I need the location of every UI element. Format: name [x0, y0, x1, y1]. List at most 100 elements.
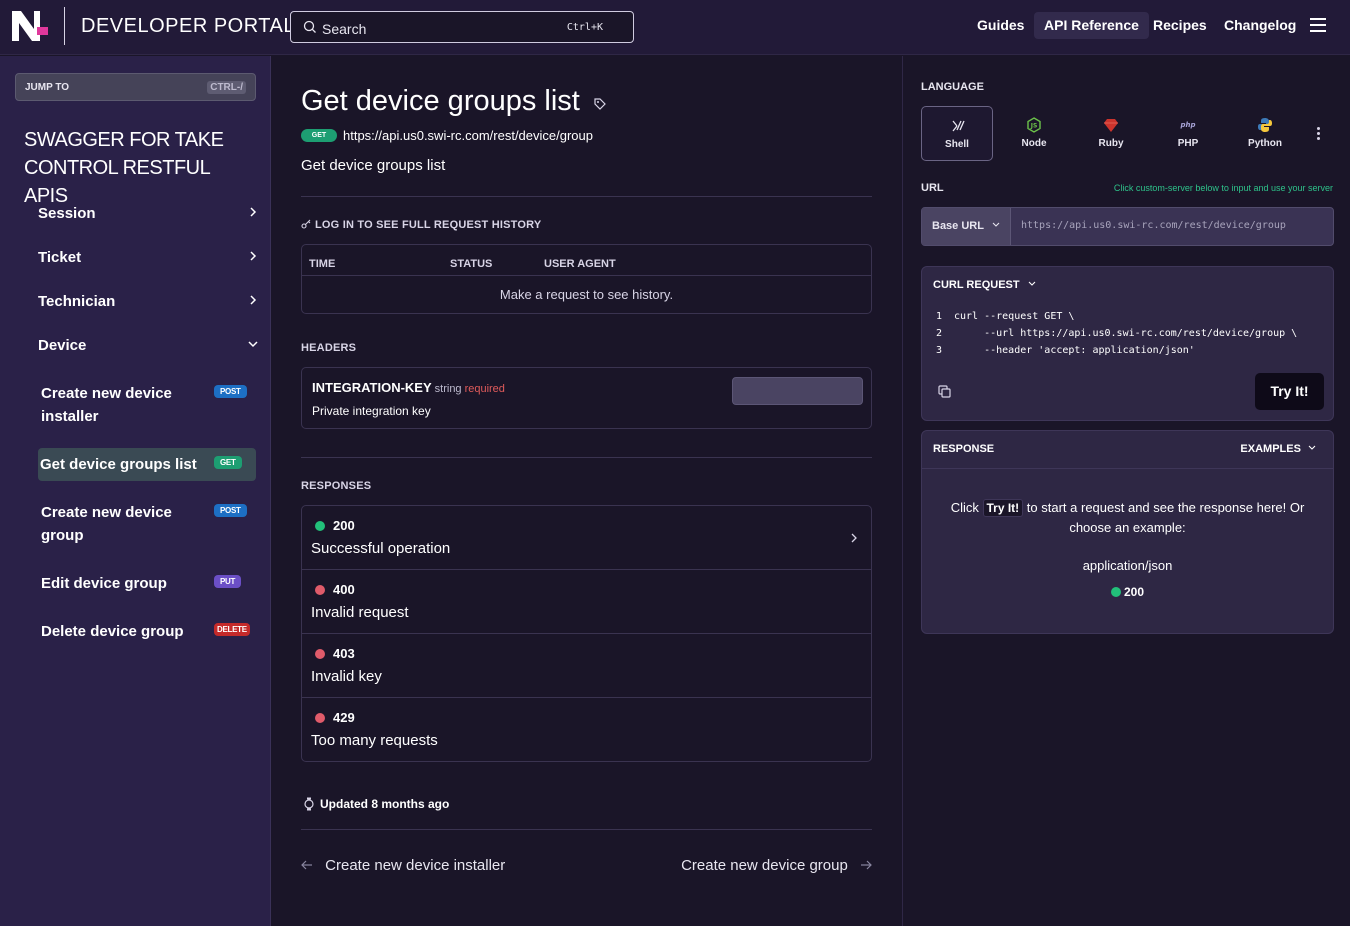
sidebar-item-create-device-installer[interactable]: Create new device installer POST — [38, 381, 256, 429]
response-row-429[interactable]: 429 Too many requests — [302, 698, 871, 762]
search-bar[interactable]: Search Ctrl+K — [290, 11, 634, 43]
response-code: 400 — [333, 582, 355, 597]
jump-to-button[interactable]: JUMP TO CTRL-/ — [15, 73, 256, 101]
response-description: Invalid key — [311, 668, 382, 685]
history-login-link[interactable]: LOG IN TO SEE FULL REQUEST HISTORY — [301, 219, 541, 231]
response-placeholder-text: Click Try It! to start a request and see… — [950, 499, 1305, 535]
lang-php[interactable]: php PHP — [1152, 106, 1224, 161]
prev-page-link[interactable]: Create new device installer — [301, 857, 505, 874]
lang-ruby[interactable]: Ruby — [1075, 106, 1147, 161]
portal-title[interactable]: DEVELOPER PORTAL — [81, 15, 295, 38]
sidebar-item-label: Get device groups list — [40, 456, 197, 473]
copy-icon[interactable] — [938, 385, 951, 398]
status-dot — [315, 521, 325, 531]
sidebar-section-ticket[interactable]: Ticket — [38, 249, 81, 266]
method-badge: POST — [214, 385, 247, 398]
divider — [301, 829, 872, 830]
chevron-down-icon[interactable] — [248, 339, 258, 349]
method-badge: GET — [301, 129, 337, 142]
lang-label: Shell — [945, 139, 969, 150]
response-panel: RESPONSE EXAMPLES Click Try It! to start… — [921, 430, 1334, 634]
url-label: URL — [921, 182, 944, 194]
response-row-400[interactable]: 400 Invalid request — [302, 570, 871, 634]
method-badge: POST — [214, 504, 247, 517]
search-icon — [303, 20, 316, 33]
key-icon — [301, 219, 311, 229]
table-divider — [302, 275, 871, 276]
response-code: 429 — [333, 710, 355, 725]
nav-api-reference[interactable]: API Reference — [1034, 12, 1149, 39]
top-bar: DEVELOPER PORTAL Search Ctrl+K Guides AP… — [0, 0, 1350, 55]
lang-node[interactable]: JS Node — [998, 106, 1070, 161]
status-dot — [315, 713, 325, 723]
method-badge: DELETE — [214, 623, 250, 636]
code-line: 2 --url https://api.us0.swi-rc.com/rest/… — [936, 328, 1298, 339]
sidebar-item-label: Create new device installer — [41, 385, 172, 425]
shell-icon — [952, 120, 965, 132]
response-row-403[interactable]: 403 Invalid key — [302, 634, 871, 698]
sidebar-item-create-device-group[interactable]: Create new device group POST — [38, 500, 256, 548]
chevron-right-icon[interactable] — [248, 295, 258, 305]
watch-icon — [304, 797, 314, 811]
code-line: 3 --header 'accept: application/json' — [936, 345, 1195, 356]
response-row-200[interactable]: 200 Successful operation — [302, 506, 871, 570]
logo-icon[interactable] — [12, 11, 48, 41]
menu-icon[interactable] — [1310, 18, 1326, 32]
chevron-down-icon — [1308, 445, 1316, 450]
example-content-type[interactable]: application/json — [922, 558, 1333, 573]
more-languages-icon[interactable] — [1317, 127, 1321, 141]
search-placeholder: Search — [322, 21, 367, 37]
try-it-inline: Try It! — [982, 499, 1024, 517]
column-header-user-agent: USER AGENT — [544, 258, 616, 270]
responses-label: RESPONSES — [301, 480, 372, 492]
sidebar-item-label: Edit device group — [41, 575, 167, 592]
search-shortcut: Ctrl+K — [566, 22, 603, 33]
nav-recipes[interactable]: Recipes — [1143, 12, 1217, 39]
chevron-down-icon — [1028, 281, 1036, 286]
lang-python[interactable]: Python — [1229, 106, 1301, 161]
status-dot — [1110, 587, 1121, 597]
arrow-left-icon — [301, 860, 312, 870]
sidebar-item-delete-device-group[interactable]: Delete device group DELETE — [38, 619, 256, 645]
lang-shell[interactable]: Shell — [921, 106, 993, 161]
response-description: Invalid request — [311, 604, 409, 621]
url-value: https://api.us0.swi-rc.com/rest/device/g… — [1021, 220, 1286, 231]
next-page-link[interactable]: Create new device group — [681, 857, 872, 874]
response-description: Too many requests — [311, 732, 438, 749]
sidebar-item-edit-device-group[interactable]: Edit device group PUT — [38, 571, 256, 597]
base-url-dropdown[interactable]: Base URL — [922, 208, 1011, 245]
tag-icon[interactable] — [594, 98, 606, 110]
headers-label: HEADERS — [301, 342, 357, 354]
status-dot — [315, 585, 325, 595]
divider — [301, 196, 872, 197]
nav-guides[interactable]: Guides — [967, 12, 1034, 39]
example-200[interactable]: 200 — [922, 585, 1333, 599]
header-param-row: INTEGRATION-KEY string required Private in… — [301, 367, 872, 429]
page-description: Get device groups list — [301, 157, 446, 174]
divider — [301, 457, 872, 458]
ruby-icon — [1104, 119, 1118, 132]
response-code: 200 — [333, 518, 355, 533]
sidebar-section-session[interactable]: Session — [38, 205, 96, 222]
language-label: LANGUAGE — [921, 81, 984, 93]
integration-key-input[interactable] — [732, 377, 863, 405]
curl-request-toggle[interactable]: CURL REQUEST — [933, 279, 1036, 291]
responses-list: 200 Successful operation 400 Invalid req… — [301, 505, 872, 762]
lang-label: Node — [1021, 138, 1047, 149]
url-field[interactable]: Base URL https://api.us0.swi-rc.com/rest… — [921, 207, 1334, 246]
history-empty-text: Make a request to see history. — [499, 287, 674, 302]
sidebar-section-technician[interactable]: Technician — [38, 293, 115, 310]
try-it-button[interactable]: Try It! — [1255, 373, 1324, 410]
url-hint: Click custom-server below to input and u… — [1113, 183, 1333, 193]
chevron-right-icon[interactable] — [248, 207, 258, 217]
examples-dropdown[interactable]: EXAMPLES — [1240, 443, 1316, 455]
nav-changelog[interactable]: Changelog — [1214, 12, 1306, 39]
chevron-right-icon — [851, 533, 857, 543]
sidebar-item-get-device-groups[interactable]: Get device groups list GET — [38, 448, 256, 481]
sidebar-section-device[interactable]: Device — [38, 337, 86, 354]
method-badge: GET — [214, 456, 242, 469]
lang-label: PHP — [1177, 138, 1199, 149]
chevron-right-icon[interactable] — [248, 251, 258, 261]
code-line: 1 curl --request GET \ — [936, 311, 1075, 322]
svg-text:php: php — [1180, 121, 1196, 129]
